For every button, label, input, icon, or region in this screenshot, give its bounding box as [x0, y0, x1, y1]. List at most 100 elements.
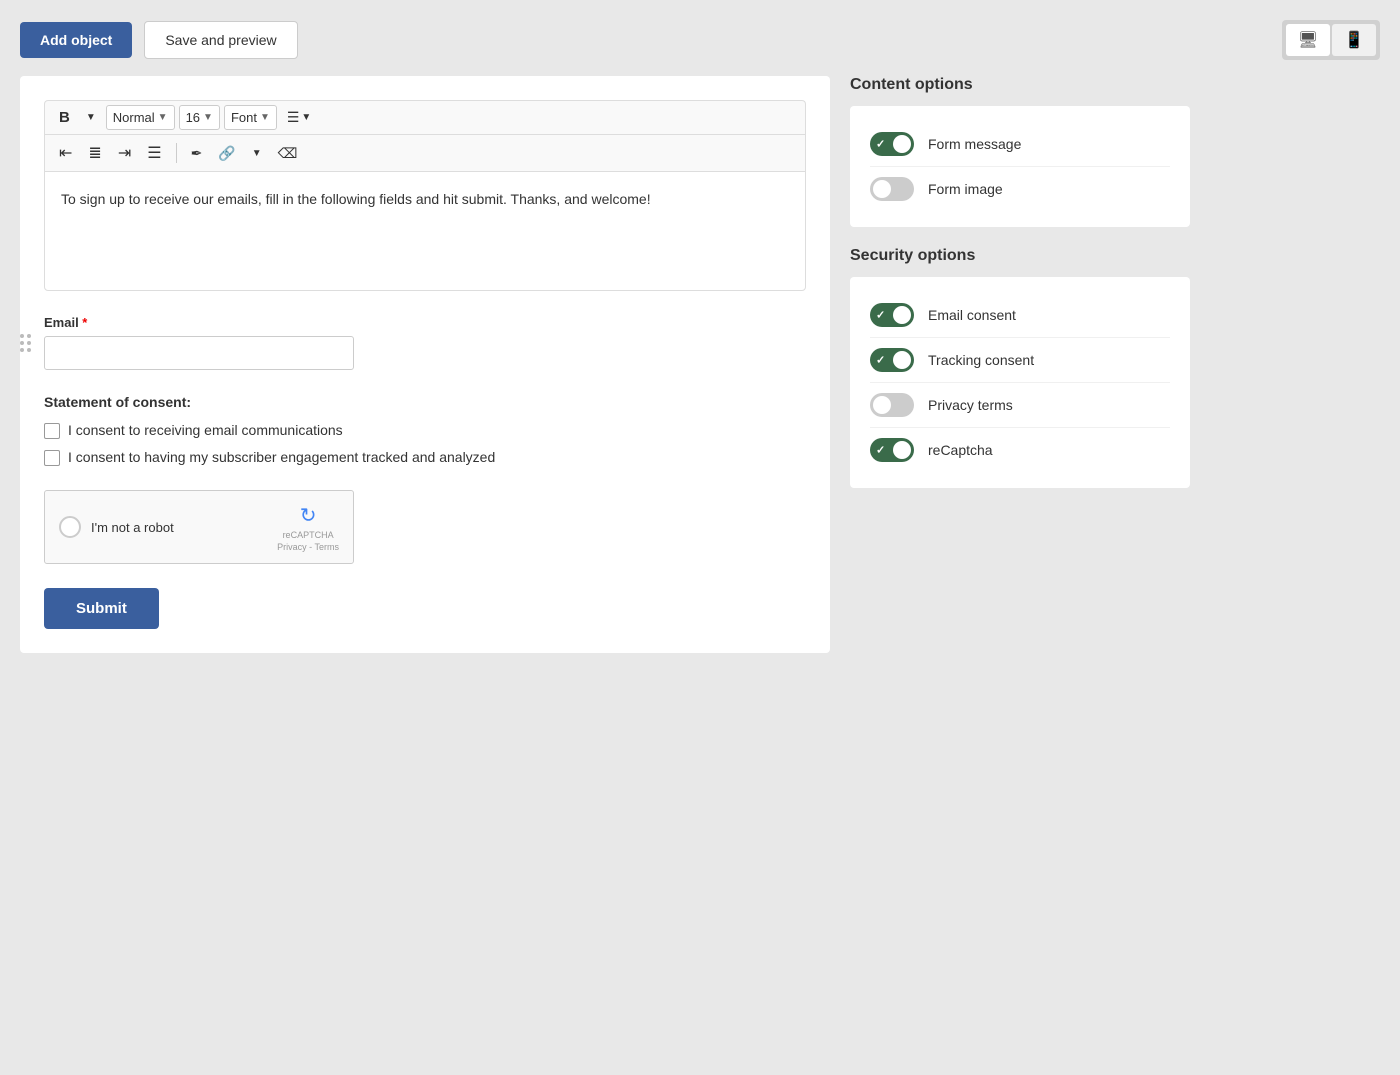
tracking-consent-toggle[interactable]: ✓ — [870, 348, 914, 372]
style-dropdown[interactable]: Normal ▼ — [106, 105, 175, 130]
privacy-terms-toggle[interactable] — [870, 393, 914, 417]
form-image-slider — [870, 177, 914, 201]
tracking-consent-row: ✓ Tracking consent — [870, 338, 1170, 383]
form-message-check: ✓ — [876, 138, 885, 151]
tracking-consent-check: ✓ — [876, 354, 885, 367]
form-message-slider: ✓ — [870, 132, 914, 156]
rte-content-area[interactable]: To sign up to receive our emails, fill i… — [44, 171, 806, 291]
eraser-icon: ⌫ — [278, 145, 298, 162]
recaptcha-option-check: ✓ — [876, 444, 885, 457]
recaptcha-left: I'm not a robot — [59, 516, 174, 538]
align-right-button[interactable]: ⇥ — [112, 139, 137, 167]
consent-checkbox-1[interactable] — [44, 423, 60, 439]
view-toggle: 🖥 📱 — [1282, 20, 1380, 60]
bold-dropdown-arrow: ▼ — [86, 112, 96, 123]
security-options-title: Security options — [850, 247, 1190, 265]
email-consent-toggle[interactable]: ✓ — [870, 303, 914, 327]
align-justify-button[interactable]: ☰ — [141, 139, 167, 167]
recaptcha-logo-icon: ↻ — [300, 503, 317, 528]
message-text: To sign up to receive our emails, fill i… — [61, 188, 789, 210]
recaptcha-dot — [59, 516, 81, 538]
align-left-icon: ⇤ — [59, 143, 72, 163]
field-drag-handle[interactable] — [16, 330, 35, 356]
content-options-title: Content options — [850, 76, 1190, 94]
recaptcha-option-toggle[interactable]: ✓ — [870, 438, 914, 462]
tracking-consent-label: Tracking consent — [928, 352, 1034, 368]
form-message-row: ✓ Form message — [870, 122, 1170, 167]
drag-dot — [27, 348, 31, 352]
consent-title: Statement of consent: — [44, 394, 806, 410]
list-dropdown-arrow: ▼ — [301, 112, 311, 123]
list-button[interactable]: ☰ ▼ — [281, 105, 317, 130]
right-panel: Content options ✓ Form message Form imag… — [850, 76, 1190, 508]
style-dropdown-arrow: ▼ — [158, 112, 168, 123]
required-marker: * — [79, 315, 88, 330]
privacy-terms-slider — [870, 393, 914, 417]
email-input[interactable] — [44, 336, 354, 370]
email-consent-check: ✓ — [876, 309, 885, 322]
mobile-icon: 📱 — [1344, 30, 1364, 50]
security-options-card: ✓ Email consent ✓ Tracking consent — [850, 277, 1190, 488]
toolbar-divider — [176, 143, 177, 163]
pen-icon: ✒ — [191, 145, 203, 162]
editor-panel: B ▼ Normal ▼ 16 ▼ Font ▼ — [20, 76, 830, 653]
clear-formatting-button[interactable]: ⌫ — [272, 141, 304, 166]
link-button[interactable]: 🔗 — [212, 141, 241, 166]
link-dropdown-button[interactable]: ▼ — [246, 144, 268, 163]
form-message-toggle[interactable]: ✓ — [870, 132, 914, 156]
recaptcha-option-row: ✓ reCaptcha — [870, 428, 1170, 472]
desktop-icon: 🖥 — [1298, 30, 1318, 50]
consent-section: Statement of consent: I consent to recei… — [44, 394, 806, 466]
consent-item-1: I consent to receiving email communicati… — [44, 422, 806, 439]
font-family-dropdown[interactable]: Font ▼ — [224, 105, 277, 130]
style-selected: Normal — [113, 110, 155, 125]
form-image-row: Form image — [870, 167, 1170, 211]
drag-dot — [20, 348, 24, 352]
list-icon: ☰ — [287, 109, 300, 126]
email-field-label: Email * — [44, 315, 806, 330]
desktop-view-button[interactable]: 🖥 — [1286, 24, 1330, 56]
recaptcha-label: reCAPTCHA — [283, 530, 334, 540]
consent-label-2: I consent to having my subscriber engage… — [68, 449, 495, 465]
align-center-button[interactable]: ≣ — [82, 139, 107, 167]
pen-button[interactable]: ✒ — [185, 141, 209, 166]
recaptcha-box[interactable]: I'm not a robot ↻ reCAPTCHA Privacy - Te… — [44, 490, 354, 564]
mobile-view-button[interactable]: 📱 — [1332, 24, 1376, 56]
top-toolbar: Add object Save and preview 🖥 📱 — [20, 20, 1380, 60]
font-size-arrow: ▼ — [203, 112, 213, 123]
link-dropdown-arrow: ▼ — [252, 148, 262, 159]
submit-button[interactable]: Submit — [44, 588, 159, 629]
drag-dot — [27, 334, 31, 338]
font-size-selected: 16 — [186, 110, 200, 125]
consent-checkbox-2[interactable] — [44, 450, 60, 466]
font-family-selected: Font — [231, 110, 257, 125]
save-preview-button[interactable]: Save and preview — [144, 21, 297, 59]
consent-item-2: I consent to having my subscriber engage… — [44, 449, 806, 466]
add-object-button[interactable]: Add object — [20, 22, 132, 58]
align-right-icon: ⇥ — [118, 143, 131, 163]
form-image-toggle[interactable] — [870, 177, 914, 201]
align-center-icon: ≣ — [88, 143, 101, 163]
form-message-label: Form message — [928, 136, 1021, 152]
font-size-dropdown[interactable]: 16 ▼ — [179, 105, 220, 130]
form-image-label: Form image — [928, 181, 1003, 197]
bold-dropdown-button[interactable]: ▼ — [80, 108, 102, 127]
recaptcha-option-slider: ✓ — [870, 438, 914, 462]
align-justify-icon: ☰ — [147, 143, 161, 163]
rte-row-2: ⇤ ≣ ⇥ ☰ ✒ 🔗 ▼ — [45, 135, 805, 171]
link-icon: 🔗 — [218, 145, 235, 162]
tracking-consent-slider: ✓ — [870, 348, 914, 372]
align-left-button[interactable]: ⇤ — [53, 139, 78, 167]
email-consent-row: ✓ Email consent — [870, 293, 1170, 338]
bold-button[interactable]: B — [53, 105, 76, 130]
drag-dot — [20, 334, 24, 338]
privacy-terms-label: Privacy terms — [928, 397, 1013, 413]
drag-dot — [27, 341, 31, 345]
content-options-card: ✓ Form message Form image — [850, 106, 1190, 227]
drag-dot — [20, 341, 24, 345]
email-form-field: Email * — [44, 315, 806, 370]
main-layout: B ▼ Normal ▼ 16 ▼ Font ▼ — [20, 76, 1380, 653]
rte-row-1: B ▼ Normal ▼ 16 ▼ Font ▼ — [45, 101, 805, 135]
recaptcha-links: Privacy - Terms — [277, 542, 339, 552]
consent-label-1: I consent to receiving email communicati… — [68, 422, 343, 438]
